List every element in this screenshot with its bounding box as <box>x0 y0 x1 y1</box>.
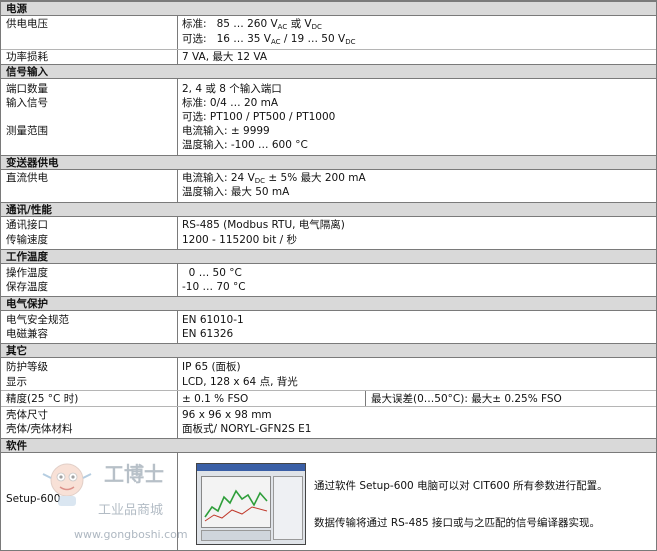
software-description-1: 通过软件 Setup-600 电脑可以对 CIT600 所有参数进行配置。 <box>314 480 608 492</box>
row-ip-display: 防护等级 IP 65 (面板) 显示 LCD, 128 x 64 点, 背光 <box>1 358 656 390</box>
interface-label: 通讯接口 <box>6 219 48 231</box>
row-protection: 电气安全规范 EN 61010-1 电磁兼容 EN 61326 <box>1 311 656 343</box>
row-power-consumption: 功率损耗 7 VA, 最大 12 VA <box>1 49 656 64</box>
accuracy-label: 精度(25 °C 时) <box>6 393 79 405</box>
section-title: 工作温度 <box>6 251 48 263</box>
section-header-temperature: 工作温度 <box>1 249 656 264</box>
screenshot-side-panel <box>273 476 303 540</box>
dc-supply-current: 电流输入: 24 VDC ± 5% 最大 200 mA <box>182 172 366 185</box>
emc-label: 电磁兼容 <box>6 328 48 340</box>
row-temperatures: 操作温度 0 … 50 °C 保存温度 -10 … 70 °C <box>1 264 656 296</box>
row-supply-voltage: 供电电压 标准: 85 … 260 VAC 或 VDC 可选: 16 … 35 … <box>1 16 656 49</box>
screenshot-titlebar <box>197 464 305 471</box>
safety-label: 电气安全规范 <box>6 314 69 326</box>
watermark-logo: 工博士 工业品商城 www.gongboshi.com <box>42 462 188 541</box>
size-label: 壳体尺寸 <box>6 409 48 421</box>
port-count-value: 2, 4 或 8 个输入端口 <box>182 83 282 95</box>
interface-value: RS-485 (Modbus RTU, 电气隔离) <box>182 219 345 231</box>
section-header-comm: 通讯/性能 <box>1 202 656 217</box>
row-signal-input: 端口数量 2, 4 或 8 个输入端口 输入信号 标准: 0/4 … 20 mA… <box>1 79 656 155</box>
consumption-label: 功率损耗 <box>6 51 48 63</box>
input-signal-label: 输入信号 <box>6 97 48 109</box>
input-signal-standard: 标准: 0/4 … 20 mA <box>182 97 279 109</box>
screenshot-status-bar <box>201 530 271 541</box>
watermark-brand: 工博士 <box>104 462 164 486</box>
storage-temp-value: -10 … 70 °C <box>182 281 246 293</box>
mascot-icon <box>42 463 92 506</box>
range-label: 测量范围 <box>6 125 48 137</box>
section-header-signal: 信号输入 <box>1 64 656 79</box>
screenshot-trend-graph <box>204 489 268 522</box>
operating-temp-value: 0 … 50 °C <box>182 267 242 279</box>
section-title: 软件 <box>6 440 27 452</box>
range-current: 电流输入: ± 9999 <box>182 125 270 137</box>
accuracy-value: ± 0.1 % FSO <box>182 393 249 405</box>
port-count-label: 端口数量 <box>6 83 48 95</box>
row-accuracy: 精度(25 °C 时) ± 0.1 % FSO 最大误差(0…50°C): 最大… <box>1 390 656 406</box>
max-error-value: 最大误差(0…50°C): 最大± 0.25% FSO <box>371 393 562 405</box>
section-title: 变送器供电 <box>6 157 59 169</box>
row-comm: 通讯接口 RS-485 (Modbus RTU, 电气隔离) 传输速度 1200… <box>1 217 656 249</box>
section-header-protection: 电气保护 <box>1 296 656 311</box>
software-description-2: 数据传输将通过 RS-485 接口或与之匹配的信号编译器实现。 <box>314 517 600 529</box>
section-header-power: 电源 <box>1 1 656 16</box>
section-header-other: 其它 <box>1 343 656 358</box>
supply-voltage-optional: 可选: 16 … 35 VAC / 19 … 50 VDC <box>182 33 356 46</box>
input-signal-optional: 可选: PT100 / PT500 / PT1000 <box>182 111 336 123</box>
supply-voltage-label: 供电电压 <box>6 18 48 30</box>
section-title: 通讯/性能 <box>6 204 52 216</box>
consumption-value: 7 VA, 最大 12 VA <box>182 51 268 63</box>
section-title: 电气保护 <box>6 298 48 310</box>
row-dc-supply: 直流供电 电流输入: 24 VDC ± 5% 最大 200 mA 温度输入: 最… <box>1 170 656 202</box>
dc-supply-label: 直流供电 <box>6 172 48 184</box>
software-screenshot <box>196 463 306 545</box>
dc-supply-temp: 温度输入: 最大 50 mA <box>182 186 290 198</box>
operating-temp-label: 操作温度 <box>6 267 48 279</box>
safety-value: EN 61010-1 <box>182 314 244 326</box>
speed-label: 传输速度 <box>6 234 48 246</box>
spec-table: 电源 供电电压 标准: 85 … 260 VAC 或 VDC 可选: 16 … … <box>0 0 657 551</box>
speed-value: 1200 - 115200 bit / 秒 <box>182 234 298 246</box>
section-title: 其它 <box>6 345 27 357</box>
size-value: 96 x 96 x 98 mm <box>182 409 272 421</box>
storage-temp-label: 保存温度 <box>6 281 48 293</box>
display-label: 显示 <box>6 376 27 388</box>
emc-value: EN 61326 <box>182 328 234 340</box>
material-value: 面板式/ NORYL-GFN2S E1 <box>182 423 312 435</box>
display-value: LCD, 128 x 64 点, 背光 <box>182 376 298 388</box>
section-header-software: 软件 <box>1 438 656 453</box>
section-title: 电源 <box>6 3 27 15</box>
ip-label: 防护等级 <box>6 361 48 373</box>
range-temp: 温度输入: -100 … 600 °C <box>182 139 308 151</box>
material-label: 壳体/壳体材料 <box>6 423 73 435</box>
watermark-url: www.gongboshi.com <box>74 528 188 541</box>
row-housing: 壳体尺寸 96 x 96 x 98 mm 壳体/壳体材料 面板式/ NORYL-… <box>1 406 656 438</box>
supply-voltage-standard: 标准: 85 … 260 VAC 或 VDC <box>182 18 322 31</box>
section-title: 信号输入 <box>6 66 48 78</box>
ip-value: IP 65 (面板) <box>182 361 241 373</box>
section-header-transmitter: 变送器供电 <box>1 155 656 170</box>
screenshot-chart-panel <box>201 476 271 528</box>
watermark-tagline: 工业品商城 <box>98 503 163 518</box>
